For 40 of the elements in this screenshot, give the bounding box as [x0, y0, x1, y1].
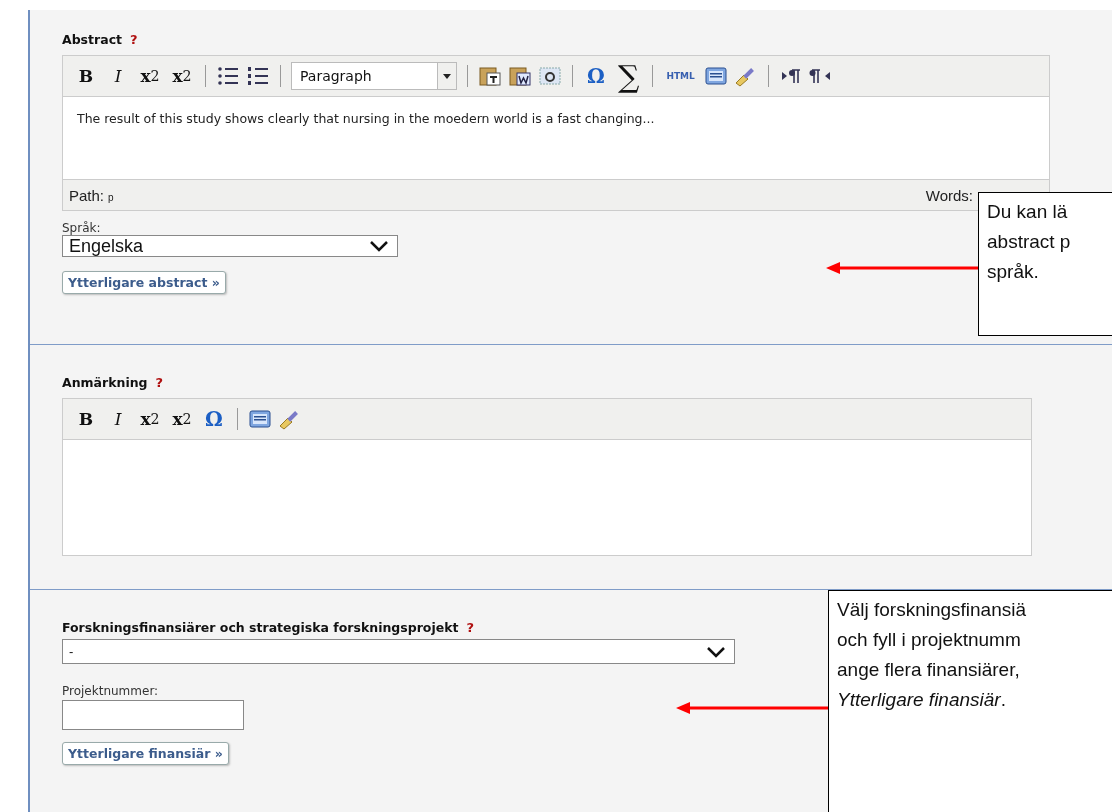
chevron-down-icon — [369, 240, 389, 252]
callout-text: abstract p — [987, 230, 1072, 254]
language-label: Språk: — [62, 221, 101, 235]
help-link[interactable]: ? — [155, 375, 164, 390]
template-icon[interactable] — [703, 65, 728, 87]
section-label: Abstract — [62, 32, 123, 47]
html-button[interactable]: HTML — [663, 63, 698, 89]
language-select[interactable]: Engelska — [62, 235, 398, 257]
numbered-list-icon[interactable] — [246, 65, 270, 87]
format-button[interactable]: I — [105, 406, 131, 432]
section-label: Forskningsfinansiärer och strategiska forskningsprojekt — [62, 620, 459, 635]
format-button[interactable]: B — [73, 63, 99, 89]
paste-word-icon[interactable] — [508, 65, 532, 87]
bullet-list-icon[interactable] — [216, 65, 240, 87]
select-all-icon[interactable] — [538, 65, 562, 87]
format-button[interactable]: I — [105, 63, 131, 89]
chevron-down-icon — [706, 645, 726, 658]
format-select[interactable]: Paragraph — [291, 62, 457, 90]
special-character-button[interactable]: Ω — [201, 406, 227, 432]
callout-text: och fyll i projektnumm — [837, 628, 1022, 652]
funder-select[interactable]: - — [62, 639, 735, 664]
project-number-field[interactable] — [62, 700, 244, 730]
editor-text: The result of this study shows clearly that nursing in the moedern world is a fast changing... — [77, 111, 655, 126]
template-icon[interactable] — [248, 408, 272, 430]
paste-text-icon[interactable] — [478, 65, 502, 87]
callout-text: Ytterligare finansiär. — [837, 688, 1007, 712]
help-link[interactable]: ? — [466, 620, 475, 635]
section-label: Anmärkning — [62, 375, 148, 390]
caret-icon — [443, 73, 451, 79]
special-character-button[interactable]: Ω — [583, 63, 609, 89]
callout-text: Välj forskningsfinansiä — [837, 598, 1028, 622]
format-button[interactable]: B — [73, 406, 99, 432]
more-abstract-button[interactable]: Ytterligare abstract » — [62, 271, 226, 294]
callout-text: ange flera finansiärer, — [837, 658, 1021, 682]
word-count-label: Words: — [925, 186, 973, 204]
more-funder-button[interactable]: Ytterligare finansiär » — [62, 742, 229, 765]
help-link[interactable]: ? — [130, 32, 138, 47]
callout-text: språk. — [987, 260, 1040, 284]
project-number-label: Projektnummer: — [62, 684, 159, 698]
path-label: Path: p — [69, 186, 114, 204]
